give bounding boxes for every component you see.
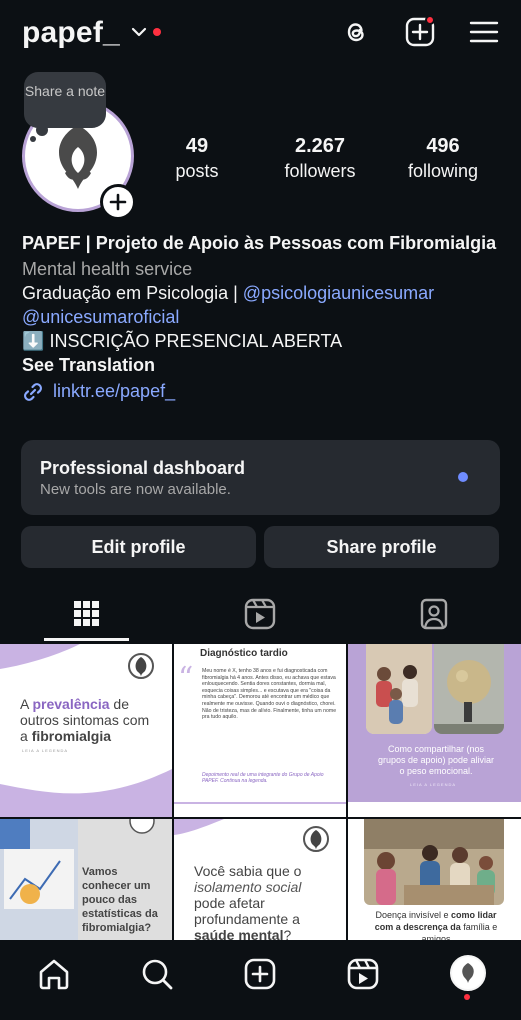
following-label: following: [407, 161, 479, 181]
post-2-title: Diagnóstico tardio: [200, 648, 288, 659]
tab-reels[interactable]: [218, 592, 302, 636]
post-thumbnail-3[interactable]: Como compartilhar (nos grupos de apoio) …: [348, 644, 521, 817]
followers-count[interactable]: 2.267 followers: [265, 135, 375, 182]
papef-logo-small-icon: [462, 963, 474, 983]
notification-dot: [153, 28, 161, 36]
post-4-text: Vamos conhecer um pouco das estatísticas…: [82, 866, 158, 934]
support-group-photo: [366, 644, 432, 734]
note-tail-small: [30, 136, 36, 142]
tab-tagged[interactable]: [392, 592, 476, 636]
post-3-text: Como compartilhar (nos grupos de apoio) …: [377, 744, 495, 776]
posts-grid: A prevalência de outros sintomas com a f…: [0, 644, 521, 940]
active-tab-indicator: [44, 638, 129, 641]
post-thumbnail-6[interactable]: Doença invisível e como lidar com a desc…: [348, 819, 521, 940]
bio-line-1: Graduação em Psicologia |: [22, 283, 243, 303]
profile-category: Mental health service: [22, 259, 193, 279]
post-4-logo-icon: [129, 819, 155, 834]
post-thumbnail-1[interactable]: A prevalência de outros sintomas com a f…: [0, 644, 172, 817]
profile-bio: PAPEF | Projeto de Apoio às Pessoas com …: [22, 232, 502, 403]
stats-photo: [0, 819, 80, 940]
reels-nav-icon[interactable]: [345, 956, 381, 992]
post-3-caption: LEIA A LEGENDA: [410, 782, 457, 787]
edit-profile-button[interactable]: Edit profile: [21, 526, 256, 568]
note-tail: [36, 124, 48, 136]
see-translation-link[interactable]: See Translation: [22, 354, 502, 377]
quote-icon: “: [178, 661, 194, 696]
post-2-body: Meu nome é X, tenho 38 anos e fui diagno…: [202, 668, 337, 721]
top-bar: papef_: [0, 0, 521, 70]
create-notification-dot: [425, 15, 435, 25]
bottom-navigation: [0, 940, 521, 1020]
post-1-caption: LEIA A LEGENDA: [22, 748, 69, 753]
share-profile-button[interactable]: Share profile: [264, 526, 499, 568]
post-2-strip: [174, 802, 346, 817]
post-3-strip: [348, 802, 521, 817]
posts-value: 49: [185, 135, 209, 157]
reels-icon: [244, 598, 276, 630]
followers-label: followers: [284, 161, 356, 181]
username[interactable]: papef_: [22, 16, 120, 50]
link-icon: [24, 382, 42, 401]
home-icon[interactable]: [36, 956, 72, 992]
chevron-down-icon[interactable]: [131, 25, 147, 39]
down-arrow-emoji-icon: ⬇️: [22, 331, 45, 351]
create-post-icon[interactable]: [242, 956, 278, 992]
boulder-photo: [434, 644, 504, 734]
menu-icon[interactable]: [468, 16, 500, 48]
professional-dashboard[interactable]: Professional dashboard New tools are now…: [21, 440, 500, 515]
mention-unicesumaroficial[interactable]: @unicesumaroficial: [22, 306, 502, 329]
profile-name: PAPEF | Projeto de Apoio às Pessoas com …: [22, 233, 497, 253]
bio-link[interactable]: linktr.ee/papef_: [22, 380, 502, 403]
plus-icon: [109, 193, 127, 211]
tab-posts-grid[interactable]: [44, 592, 128, 636]
add-story-button[interactable]: [100, 184, 136, 220]
profile-avatar[interactable]: [450, 955, 486, 991]
post-2-footer: Depoimento real de uma integrante do Gru…: [202, 772, 324, 784]
post-1-text: A prevalência de outros sintomas com a f…: [20, 696, 150, 744]
post-5-text: Você sabia que o isolamento social pode …: [194, 863, 302, 940]
search-icon[interactable]: [139, 956, 175, 992]
mention-psicologiaunicesumar[interactable]: @psicologiaunicesumar: [243, 283, 434, 303]
post-thumbnail-5[interactable]: Você sabia que o isolamento social pode …: [174, 819, 346, 940]
bio-link-text: linktr.ee/papef_: [53, 381, 176, 401]
tagged-icon: [420, 598, 448, 630]
dashboard-subtitle: New tools are now available.: [40, 481, 231, 498]
posts-label: posts: [175, 161, 219, 181]
posts-count[interactable]: 49 posts: [142, 135, 252, 182]
following-count[interactable]: 496 following: [388, 135, 498, 182]
post-thumbnail-4[interactable]: Vamos conhecer um pouco das estatísticas…: [0, 819, 172, 940]
dashboard-title: Professional dashboard: [40, 458, 246, 478]
share-note-bubble[interactable]: Share a note: [24, 72, 106, 128]
family-photo: [364, 819, 504, 905]
followers-value: 2.267: [294, 135, 346, 157]
dashboard-new-dot: [458, 472, 468, 482]
post-6-text: Doença invisível e como lidar com a desc…: [374, 910, 498, 940]
note-text: Share a note: [24, 83, 106, 99]
threads-icon[interactable]: [340, 16, 372, 48]
post-thumbnail-2[interactable]: Diagnóstico tardio “ Meu nome é X, tenho…: [174, 644, 346, 817]
grid-icon: [74, 601, 99, 626]
following-value: 496: [426, 135, 460, 157]
profile-notification-dot: [464, 994, 470, 1000]
bio-line-3: INSCRIÇÃO PRESENCIAL ABERTA: [49, 331, 343, 351]
